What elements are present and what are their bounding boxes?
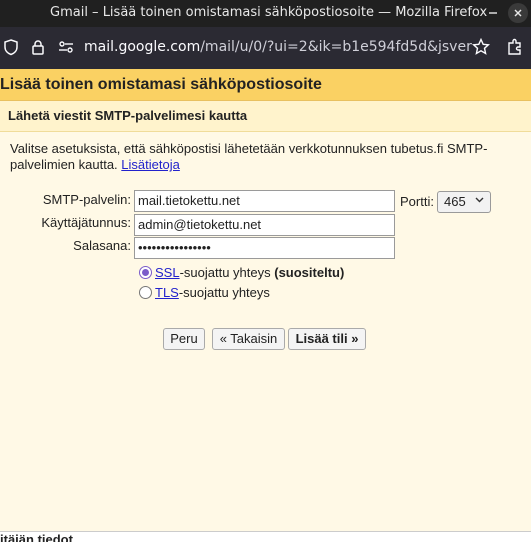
dialog-header: Lisää toinen omistamasi sähköpostiosoite [0, 69, 531, 101]
url-host: mail.google.com [84, 39, 201, 55]
url-bar: mail.google.com/mail/u/0/?ui=2&ik=b1e594… [0, 27, 531, 69]
password-label: Salasana: [73, 238, 131, 253]
back-button[interactable]: « Takaisin [212, 328, 285, 350]
ssl-radio[interactable] [139, 266, 152, 279]
port-select[interactable]: 465 [437, 191, 491, 213]
url-text[interactable]: mail.google.com/mail/u/0/?ui=2&ik=b1e594… [84, 39, 472, 55]
smtp-label: SMTP-palvelin: [42, 192, 131, 207]
tls-text: -suojattu yhteys [178, 285, 270, 300]
tls-option[interactable]: TLS-suojattu yhteys [139, 285, 270, 300]
lock-icon[interactable] [29, 38, 49, 58]
dialog-page: Lisää toinen omistamasi sähköpostiosoite… [0, 69, 531, 531]
learn-more-link[interactable]: Lisätietoja [121, 157, 180, 172]
dialog-title: Lisää toinen omistamasi sähköpostiosoite [0, 76, 322, 93]
minimize-icon [489, 12, 497, 14]
close-window-button[interactable] [508, 3, 528, 23]
shield-icon[interactable] [2, 38, 22, 58]
dialog-subtitle: Lähetä viestit SMTP-palvelimesi kautta [8, 108, 248, 123]
port-value: 465 [444, 194, 466, 209]
close-icon [514, 9, 522, 17]
background-page-strip: itäjän tiedot [0, 531, 531, 542]
add-account-button[interactable]: Lisää tili » [288, 328, 366, 350]
description-text: Valitse asetuksista, että sähköpostisi l… [10, 141, 488, 172]
cancel-button[interactable]: Peru [163, 328, 205, 350]
password-input[interactable]: •••••••••••••••• [134, 237, 395, 259]
dialog-subheader: Lähetä viestit SMTP-palvelimesi kautta [0, 101, 531, 132]
window-titlebar: Gmail – Lisää toinen omistamasi sähköpos… [0, 0, 531, 27]
chevron-down-icon [475, 195, 484, 207]
extensions-icon[interactable] [506, 38, 526, 58]
window-title: Gmail – Lisää toinen omistamasi sähköpos… [50, 5, 488, 20]
ssl-recommended: (suositeltu) [274, 265, 345, 280]
ssl-text: -suojattu yhteys [179, 265, 275, 280]
minimize-button[interactable] [483, 3, 503, 23]
url-path: /mail/u/0/?ui=2&ik=b1e594fd5d&jsver=3uyT… [200, 39, 472, 55]
dialog-description: Valitse asetuksista, että sähköpostisi l… [10, 141, 500, 173]
port-label: Portti: [400, 194, 434, 209]
username-label: Käyttäjätunnus: [41, 215, 131, 230]
smtp-server-input[interactable]: mail.tietokettu.net [134, 190, 395, 212]
ssl-link[interactable]: SSL [155, 265, 180, 280]
tls-radio[interactable] [139, 286, 152, 299]
permissions-icon[interactable] [57, 38, 77, 58]
tls-link[interactable]: TLS [155, 285, 179, 300]
bookmark-star-icon[interactable] [471, 37, 492, 58]
username-input[interactable]: admin@tietokettu.net [134, 214, 395, 236]
ssl-option[interactable]: SSL-suojattu yhteys (suositeltu) [139, 265, 344, 280]
